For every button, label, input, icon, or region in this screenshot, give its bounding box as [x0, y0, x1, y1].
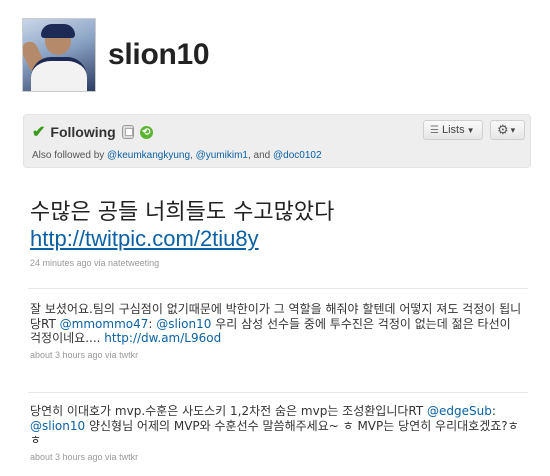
mention-link[interactable]: @edgeSub: [427, 404, 492, 418]
tweet-item: 잘 보셨어요.팀의 구심점이 없기때문에 박한이가 그 역할을 해줘야 할텐데 …: [30, 302, 525, 362]
featured-tweet: 수많은 공들 너희들도 수고많았다 http://twitpic.com/2ti…: [30, 200, 530, 268]
also-separator: ,: [190, 150, 193, 161]
mention-link[interactable]: @slion10: [30, 419, 85, 433]
list-icon: ☰: [430, 124, 439, 136]
device-updates-icon[interactable]: [121, 125, 134, 139]
profile-header: slion10: [22, 15, 210, 95]
also-user-link[interactable]: @keumkangkyung: [107, 150, 190, 161]
divider: [28, 392, 528, 393]
mention-link[interactable]: @mmommo47: [60, 317, 149, 331]
tweet-text: :: [491, 404, 496, 418]
follow-box: ✔ Following ⟲ Also followed by @keumkang…: [23, 114, 531, 168]
avatar-body: [31, 57, 87, 91]
chevron-down-icon: ▼: [466, 125, 475, 135]
chevron-down-icon: ▾: [510, 124, 516, 135]
also-user-link[interactable]: @doc0102: [273, 150, 322, 161]
tweet-text: 양신형님 어제의 MVP와 수훈선수 말씀해주세요~ ㅎ MVP는 당연히 우리…: [30, 418, 519, 448]
also-separator: , and: [247, 150, 271, 161]
tweet-body: 잘 보셨어요.팀의 구심점이 없기때문에 박한이가 그 역할을 해줘야 할텐데 …: [30, 302, 525, 346]
also-prefix: Also followed by: [32, 150, 105, 161]
tweet-meta: about 3 hours ago via twtkr: [30, 451, 139, 462]
retweets-icon[interactable]: ⟲: [139, 125, 153, 139]
tweet-meta: about 3 hours ago via twtkr: [30, 349, 139, 360]
settings-button[interactable]: ⚙ ▾: [490, 120, 525, 140]
also-user-link[interactable]: @yumikim1: [196, 150, 248, 161]
tweet-link[interactable]: http://twitpic.com/2tiu8y: [30, 226, 530, 252]
divider: [28, 288, 528, 289]
avatar-cap: [41, 24, 75, 38]
lists-button[interactable]: ☰ Lists ▼: [423, 120, 483, 140]
tweet-body: 당연히 이대호가 mvp.수훈은 사도스키 1,2차전 숨은 mvp는 조성환입…: [30, 404, 525, 448]
following-status[interactable]: ✔ Following ⟲: [32, 122, 153, 142]
also-followed-by: Also followed by @keumkangkyung, @yumiki…: [32, 150, 322, 161]
check-icon: ✔: [32, 124, 46, 141]
tweet-text: 수많은 공들 너희들도 수고많았다: [30, 200, 335, 225]
tweet-link[interactable]: http://dw.am/L96od: [104, 331, 221, 345]
following-label: Following: [50, 124, 116, 140]
lists-label: Lists: [441, 124, 465, 136]
mention-link[interactable]: @slion10: [156, 317, 211, 331]
gear-icon: ⚙: [497, 122, 509, 137]
tweet-text: 당연히 이대호가 mvp.수훈은 사도스키 1,2차전 숨은 mvp는 조성환입…: [30, 404, 428, 418]
profile-username: slion10: [108, 38, 210, 71]
tweet-item: 당연히 이대호가 mvp.수훈은 사도스키 1,2차전 숨은 mvp는 조성환입…: [30, 404, 525, 464]
avatar[interactable]: [22, 18, 96, 92]
tweet-meta: 24 minutes ago via natetweeting: [30, 258, 160, 268]
